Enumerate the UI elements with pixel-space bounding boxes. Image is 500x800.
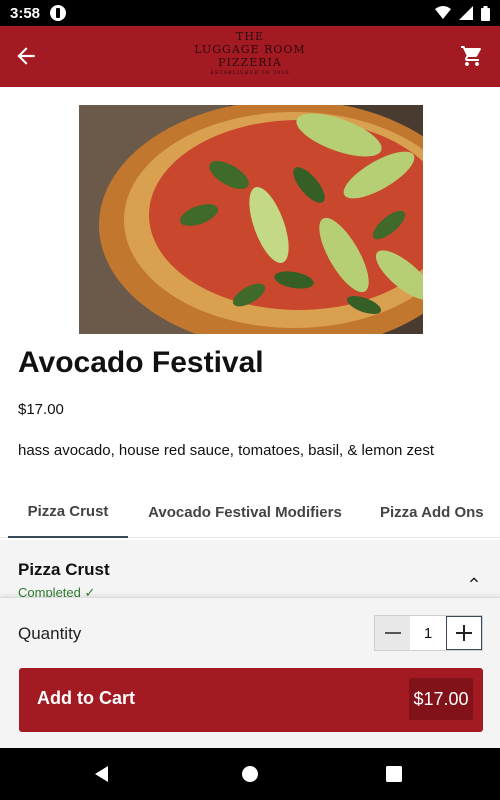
product-title: Avocado Festival <box>18 346 264 379</box>
wifi-icon <box>435 6 451 19</box>
pizza-image <box>79 105 423 334</box>
quantity-label: Quantity <box>18 624 82 643</box>
app-bar: THE LUGGAGE ROOM PIZZERIA ESTABLISHED IN… <box>0 26 500 87</box>
product-image <box>79 105 423 334</box>
back-button[interactable] <box>4 34 48 78</box>
restaurant-logo: THE LUGGAGE ROOM PIZZERIA ESTABLISHED IN… <box>180 30 320 82</box>
plus-icon <box>455 625 472 641</box>
cart-button[interactable] <box>450 34 494 78</box>
triangle-back-icon <box>95 766 108 782</box>
minus-icon <box>384 632 401 634</box>
logo-line-3: PIZZERIA <box>218 56 282 69</box>
quantity-stepper: 1 <box>374 615 483 651</box>
section-header[interactable]: Pizza Crust Completed ✓ <box>0 540 500 600</box>
chevron-up-icon <box>470 577 478 583</box>
app-notification-icon <box>50 5 67 21</box>
logo-line-1: THE <box>236 30 264 43</box>
product-price: $17.00 <box>18 401 64 418</box>
quantity-value[interactable]: 1 <box>410 616 446 650</box>
nav-home-button[interactable] <box>234 758 266 790</box>
add-to-cart-button[interactable]: Add to Cart $17.00 <box>19 668 483 732</box>
modifier-tabs: Pizza Crust Avocado Festival Modifiers P… <box>0 486 500 538</box>
system-nav-bar <box>0 748 500 800</box>
nav-back-button[interactable] <box>86 758 118 790</box>
tab-pizza-crust[interactable]: Pizza Crust <box>8 486 128 538</box>
shopping-cart-icon <box>461 46 481 66</box>
increment-button[interactable] <box>445 616 482 650</box>
status-bar: 3:58 <box>0 0 500 26</box>
logo-tagline: ESTABLISHED IN 2010 <box>210 70 290 76</box>
order-panel: Quantity 1 Add to Cart $17.00 <box>0 597 500 748</box>
circle-home-icon <box>242 766 258 782</box>
add-to-cart-label: Add to Cart <box>37 688 135 708</box>
section-title: Pizza Crust <box>18 560 110 579</box>
logo-line-2: LUGGAGE ROOM <box>194 43 306 56</box>
decrement-button[interactable] <box>375 616 411 650</box>
product-description: hass avocado, house red sauce, tomatoes,… <box>18 442 435 459</box>
status-time: 3:58 <box>10 4 41 22</box>
tab-avocado-festival-modifiers[interactable]: Avocado Festival Modifiers <box>138 486 352 538</box>
status-icons <box>435 5 490 21</box>
battery-icon <box>481 5 490 21</box>
nav-recents-button[interactable] <box>378 758 410 790</box>
tab-pizza-add-ons[interactable]: Pizza Add Ons <box>372 486 500 538</box>
collapse-button[interactable] <box>462 568 486 592</box>
cell-signal-icon <box>459 6 473 20</box>
arrow-left-icon <box>17 47 35 65</box>
add-to-cart-price: $17.00 <box>409 678 473 720</box>
square-recents-icon <box>386 766 402 782</box>
